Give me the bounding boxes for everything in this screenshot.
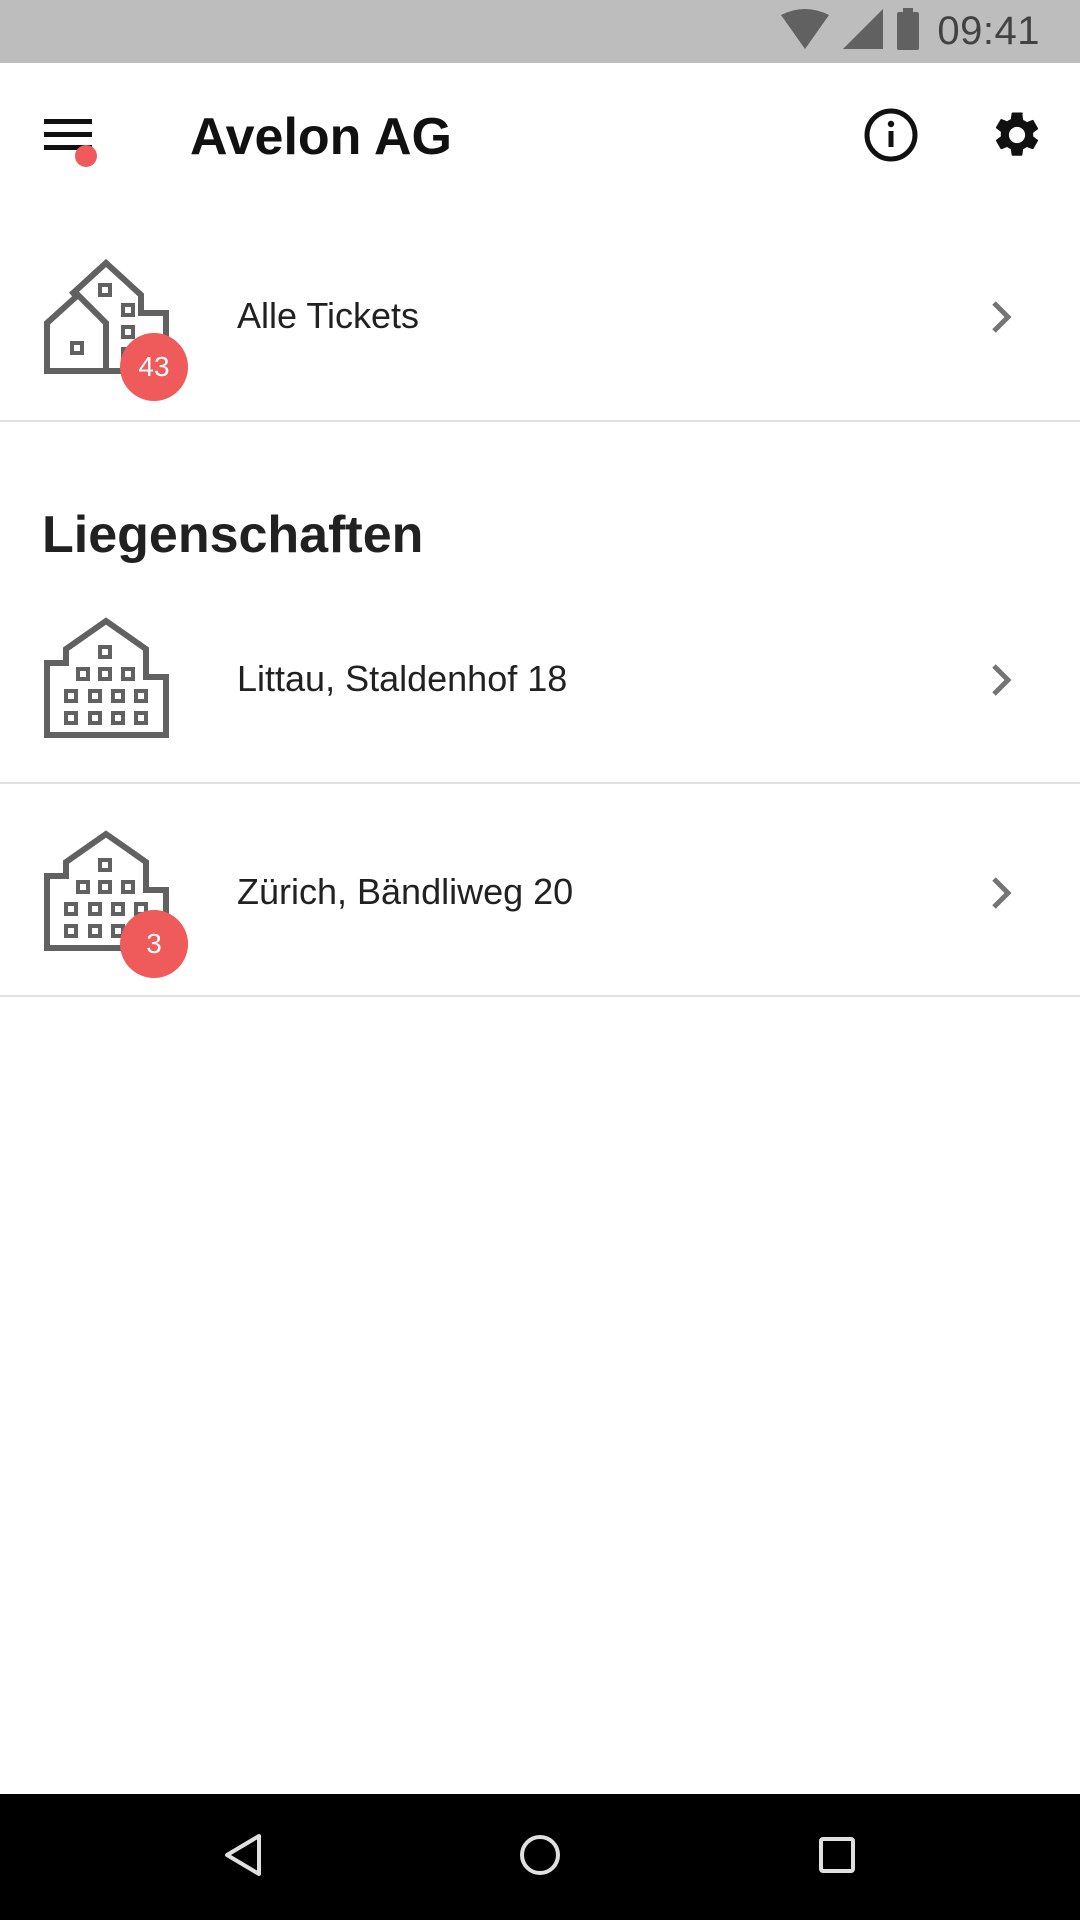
property-row[interactable]: 3 Zürich, Bändliweg 20 [0,786,1080,997]
menu-button[interactable] [24,93,112,181]
page-title: Avelon AG [190,108,452,166]
chevron-right-icon [990,662,1014,703]
property-label: Littau, Staldenhof 18 [237,658,568,699]
info-icon [864,108,918,167]
recents-square-icon [817,1835,857,1880]
chevron-right-icon [990,299,1014,340]
notification-dot [75,145,97,167]
settings-button[interactable] [975,95,1059,179]
ticket-count-badge: 3 [120,910,188,978]
wifi-icon [781,9,830,54]
section-title: Liegenschaften [42,506,424,564]
system-nav-bar [0,1794,1080,1920]
property-label: Zürich, Bändliweg 20 [237,871,574,912]
chevron-right-icon [990,875,1014,916]
status-time: 09:41 [937,9,1040,53]
signal-icon [843,9,884,54]
status-bar: 09:41 [0,0,1080,63]
ticket-count-badge: 43 [120,333,188,401]
gear-icon [990,108,1044,167]
app-bar: Avelon AG [0,63,1080,211]
back-triangle-icon [223,1832,263,1883]
home-circle-icon [518,1833,562,1882]
all-tickets-row[interactable]: 43 Alle Tickets [0,211,1080,422]
building-icon [44,615,170,744]
info-button[interactable] [849,95,933,179]
battery-icon [897,8,920,55]
home-button[interactable] [500,1817,580,1897]
all-tickets-label: Alle Tickets [237,295,420,336]
recents-button[interactable] [797,1817,877,1897]
property-row[interactable]: Littau, Staldenhof 18 [0,575,1080,784]
back-button[interactable] [203,1817,283,1897]
